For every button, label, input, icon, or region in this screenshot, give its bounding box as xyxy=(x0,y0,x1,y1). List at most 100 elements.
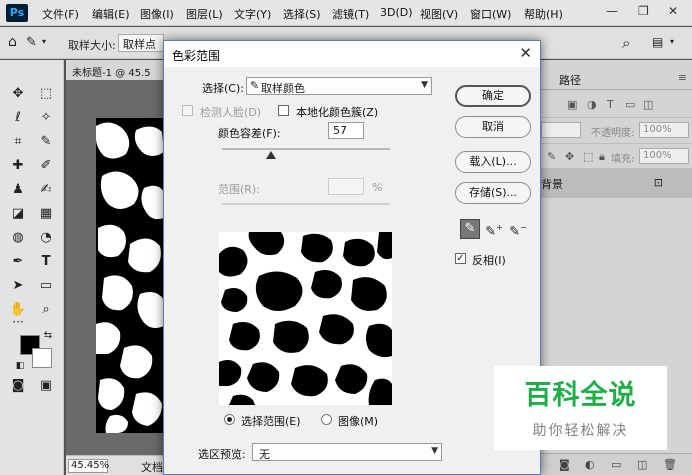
range-field[interactable] xyxy=(328,178,364,195)
lock-artboard-icon[interactable]: ⬚ xyxy=(583,150,593,163)
hidden-option-select xyxy=(542,34,550,52)
zoom-field[interactable]: 45.45% xyxy=(68,459,109,473)
filter-image-icon[interactable]: ▣ xyxy=(567,98,577,111)
background-color-swatch[interactable] xyxy=(32,348,52,368)
panel-menu-icon[interactable]: ≡ xyxy=(678,71,687,84)
history-brush-tool-icon[interactable]: ✍ xyxy=(36,180,56,200)
dodge-tool-icon[interactable]: ◔ xyxy=(36,228,56,248)
marquee-tool-icon[interactable]: ⬚ xyxy=(36,84,56,104)
workspace-chevron-down-icon[interactable]: ▾ xyxy=(670,37,674,46)
localized-clusters-checkbox[interactable] xyxy=(278,105,289,116)
blend-mode-select[interactable] xyxy=(541,122,581,138)
eyedropper-tool-icon[interactable]: ✎ xyxy=(36,132,56,152)
path-selection-tool-icon[interactable]: ➤ xyxy=(8,276,28,296)
invert-checkbox[interactable]: ✓ xyxy=(455,253,466,264)
default-colors-icon[interactable]: ◧ xyxy=(14,360,26,372)
fuzziness-slider-thumb[interactable] xyxy=(265,151,276,159)
layers-footer: ◙ ◐ ▭ ◫ 🗑︎ xyxy=(539,453,692,475)
lasso-tool-icon[interactable]: ℓ xyxy=(8,108,28,128)
layer-name: 背景 xyxy=(541,178,563,191)
menu-3d[interactable]: 3D(D) xyxy=(380,6,413,19)
healing-brush-tool-icon[interactable]: ✚ xyxy=(8,156,28,176)
eyedropper-tool-icon[interactable]: ✎ xyxy=(26,35,37,50)
eyedropper-minus-icon[interactable]: ✎− xyxy=(508,219,528,239)
restore-icon[interactable]: ❐ xyxy=(638,4,649,18)
more-tools-icon[interactable]: ··· xyxy=(8,312,28,332)
workspace-icon[interactable]: ▤ xyxy=(652,35,663,49)
pen-tool-icon[interactable]: ✒ xyxy=(8,252,28,272)
swap-colors-icon[interactable]: ⇆ xyxy=(42,330,54,342)
tool-preset-home-icon[interactable]: ⌂ xyxy=(8,34,17,50)
menu-edit[interactable]: 编辑(E) xyxy=(92,6,130,22)
menu-layer[interactable]: 图层(L) xyxy=(186,6,223,22)
select-dropdown[interactable]: ✎ 取样颜色 ▼ xyxy=(246,77,432,95)
gradient-tool-icon[interactable]: ▦ xyxy=(36,204,56,224)
detect-faces-checkbox[interactable] xyxy=(182,105,193,116)
document-canvas[interactable] xyxy=(96,118,164,433)
close-icon[interactable]: ✕ xyxy=(519,44,532,62)
menu-window[interactable]: 窗口(W) xyxy=(470,6,511,22)
menu-type[interactable]: 文字(Y) xyxy=(234,6,271,22)
eyedropper-plus-icon[interactable]: ✎+ xyxy=(484,219,504,239)
sample-size-label: 取样大小: xyxy=(68,39,116,52)
cancel-button[interactable]: 取消 xyxy=(455,116,531,138)
lock-all-icon[interactable]: 🔒︎ xyxy=(599,150,605,164)
radio-selection[interactable] xyxy=(224,414,235,425)
screen-mode-icon[interactable]: ▣ xyxy=(36,376,56,396)
crop-tool-icon[interactable]: ⌗ xyxy=(8,132,28,152)
opacity-field[interactable]: 100% xyxy=(639,122,689,138)
lock-pixels-icon[interactable]: ✎ xyxy=(547,150,556,163)
menu-view[interactable]: 视图(V) xyxy=(420,6,458,22)
move-tool-icon[interactable]: ✥ xyxy=(8,84,28,104)
fuzziness-field[interactable]: 57 xyxy=(328,122,364,139)
sample-size-select[interactable]: 取样点 xyxy=(118,34,164,52)
color-range-dialog: 色彩范围 ✕ 选择(C): ✎ 取样颜色 ▼ 检测人脸(D) 本地化颜色簇(Z)… xyxy=(163,40,541,475)
eraser-tool-icon[interactable]: ◪ xyxy=(8,204,28,224)
radio-image[interactable] xyxy=(321,414,332,425)
filter-smart-object-icon[interactable]: ◫ xyxy=(643,98,653,111)
window-close-icon[interactable]: ✕ xyxy=(668,4,678,18)
document-tab[interactable]: 未标题-1 @ 45.5 xyxy=(66,60,166,80)
zoom-tool-icon[interactable]: ⌕ xyxy=(36,300,56,320)
tab-paths[interactable]: 路径 xyxy=(559,72,581,88)
minimize-icon[interactable]: — xyxy=(606,4,618,18)
filter-type-icon[interactable]: T xyxy=(607,98,614,111)
menu-select[interactable]: 选择(S) xyxy=(283,6,321,22)
load-button[interactable]: 载入(L)... xyxy=(455,151,531,173)
magic-wand-tool-icon[interactable]: ✧ xyxy=(36,108,56,128)
menu-help[interactable]: 帮助(H) xyxy=(524,6,563,22)
range-slider-track[interactable] xyxy=(222,203,390,205)
selection-preview-value: 无 xyxy=(259,448,270,461)
quick-mask-icon[interactable]: ◙ xyxy=(8,376,28,396)
new-group-icon[interactable]: ▭ xyxy=(611,458,621,471)
blur-tool-icon[interactable]: ◍ xyxy=(8,228,28,248)
document-info-label[interactable]: 文档 xyxy=(141,459,163,475)
filter-shape-icon[interactable]: ▭ xyxy=(625,98,635,111)
dialog-title: 色彩范围 xyxy=(172,49,221,63)
brush-tool-icon[interactable]: ✐ xyxy=(36,156,56,176)
ok-button[interactable]: 确定 xyxy=(455,85,531,107)
new-layer-icon[interactable]: ◫ xyxy=(637,458,647,471)
save-button[interactable]: 存储(S)... xyxy=(455,182,531,204)
lock-position-icon[interactable]: ✥ xyxy=(565,150,574,163)
filter-adjustment-icon[interactable]: ◑ xyxy=(587,98,597,111)
selection-preview-select[interactable]: 无 ▼ xyxy=(252,443,442,461)
layer-row-background[interactable]: 背景 ⊡ xyxy=(539,168,692,198)
search-icon[interactable]: ⌕ xyxy=(622,34,630,52)
fill-field[interactable]: 100% xyxy=(639,148,689,164)
type-tool-icon[interactable]: T xyxy=(36,252,56,272)
menu-filter[interactable]: 滤镜(T) xyxy=(332,6,369,22)
dialog-titlebar[interactable]: 色彩范围 ✕ xyxy=(164,41,540,67)
add-mask-icon[interactable]: ◙ xyxy=(559,458,570,471)
eyedropper-icon[interactable]: ✎ xyxy=(460,219,480,239)
rectangle-tool-icon[interactable]: ▭ xyxy=(36,276,56,296)
menu-file[interactable]: 文件(F) xyxy=(42,6,79,22)
preset-chevron-down-icon[interactable]: ▾ xyxy=(42,37,46,46)
menu-image[interactable]: 图像(I) xyxy=(140,6,174,22)
lock-icon: ⊡ xyxy=(653,176,663,189)
fuzziness-slider-track[interactable] xyxy=(222,148,390,150)
clone-stamp-tool-icon[interactable]: ♟ xyxy=(8,180,28,200)
adjustment-layer-icon[interactable]: ◐ xyxy=(585,458,595,471)
delete-layer-icon[interactable]: 🗑︎ xyxy=(663,458,677,471)
range-label: 范围(R): xyxy=(218,183,260,196)
